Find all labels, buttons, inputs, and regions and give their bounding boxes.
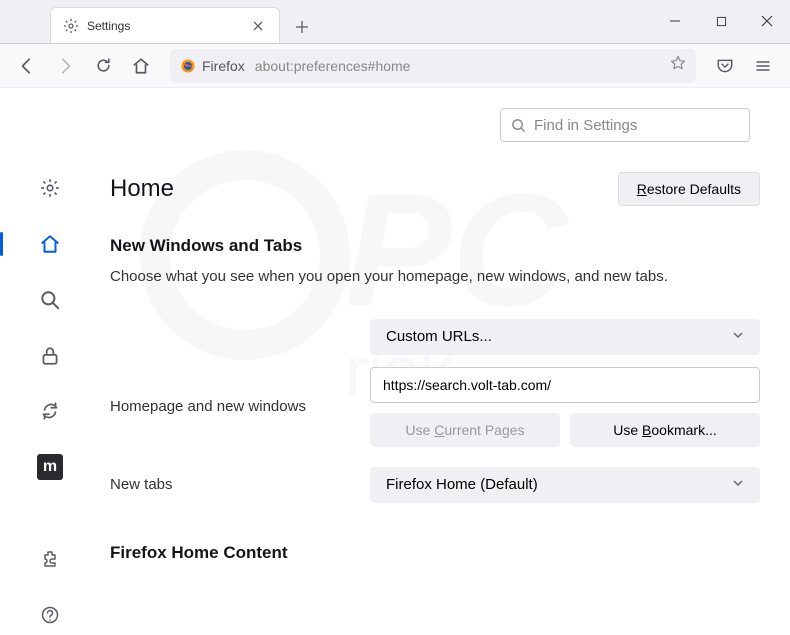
- page-heading: Home: [110, 175, 618, 203]
- newtabs-label: New tabs: [110, 476, 350, 493]
- chevron-down-icon: [732, 476, 744, 493]
- search-icon: [511, 118, 526, 133]
- sidebar-help[interactable]: [30, 595, 70, 635]
- section-title: New Windows and Tabs: [110, 236, 760, 256]
- sidebar-privacy[interactable]: [30, 336, 70, 376]
- firefox-icon: [180, 58, 196, 74]
- app-menu-button[interactable]: [746, 49, 780, 83]
- newtabs-dropdown[interactable]: Firefox Home (Default): [370, 467, 760, 503]
- sidebar-home[interactable]: [30, 224, 70, 264]
- close-window-button[interactable]: [744, 0, 790, 43]
- forward-button: [48, 49, 82, 83]
- settings-search-input[interactable]: [534, 117, 739, 134]
- sidebar-extensions[interactable]: [30, 539, 70, 579]
- home-toolbar-button[interactable]: [124, 49, 158, 83]
- titlebar: Settings: [0, 0, 790, 44]
- back-button[interactable]: [10, 49, 44, 83]
- homepage-mode-dropdown[interactable]: Custom URLs...: [370, 319, 760, 355]
- section-description: Choose what you see when you open your h…: [110, 266, 760, 289]
- url-text: about:preferences#home: [255, 58, 411, 74]
- sidebar-more-mozilla[interactable]: m: [30, 447, 70, 487]
- minimize-button[interactable]: [652, 0, 698, 43]
- bookmark-star-icon[interactable]: [670, 55, 686, 76]
- sidebar-general[interactable]: [30, 168, 70, 208]
- tab-close-button[interactable]: [249, 17, 267, 35]
- main-content: Home Restore Defaults New Windows and Ta…: [100, 88, 790, 635]
- gear-icon: [63, 18, 79, 34]
- chevron-down-icon: [732, 328, 744, 345]
- maximize-button[interactable]: [698, 0, 744, 43]
- pocket-button[interactable]: [708, 49, 742, 83]
- settings-search[interactable]: [500, 108, 750, 142]
- sidebar-search[interactable]: [30, 280, 70, 320]
- sidebar: m: [0, 88, 100, 635]
- restore-defaults-button[interactable]: Restore Defaults: [618, 172, 760, 206]
- homepage-label: Homepage and new windows: [110, 398, 350, 415]
- homepage-url-input[interactable]: [370, 367, 760, 403]
- tab-title: Settings: [87, 19, 249, 33]
- new-tab-button[interactable]: [286, 11, 318, 43]
- toolbar: Firefox about:preferences#home: [0, 44, 790, 88]
- browser-tab[interactable]: Settings: [50, 7, 280, 43]
- url-bar[interactable]: Firefox about:preferences#home: [170, 49, 696, 83]
- window-controls: [652, 0, 790, 43]
- use-current-pages-button: Use Current Pages: [370, 413, 560, 447]
- identity-box: Firefox: [180, 58, 245, 74]
- sidebar-sync[interactable]: [30, 392, 70, 432]
- section2-title: Firefox Home Content: [110, 543, 760, 563]
- reload-button[interactable]: [86, 49, 120, 83]
- use-bookmark-button[interactable]: Use Bookmark...: [570, 413, 760, 447]
